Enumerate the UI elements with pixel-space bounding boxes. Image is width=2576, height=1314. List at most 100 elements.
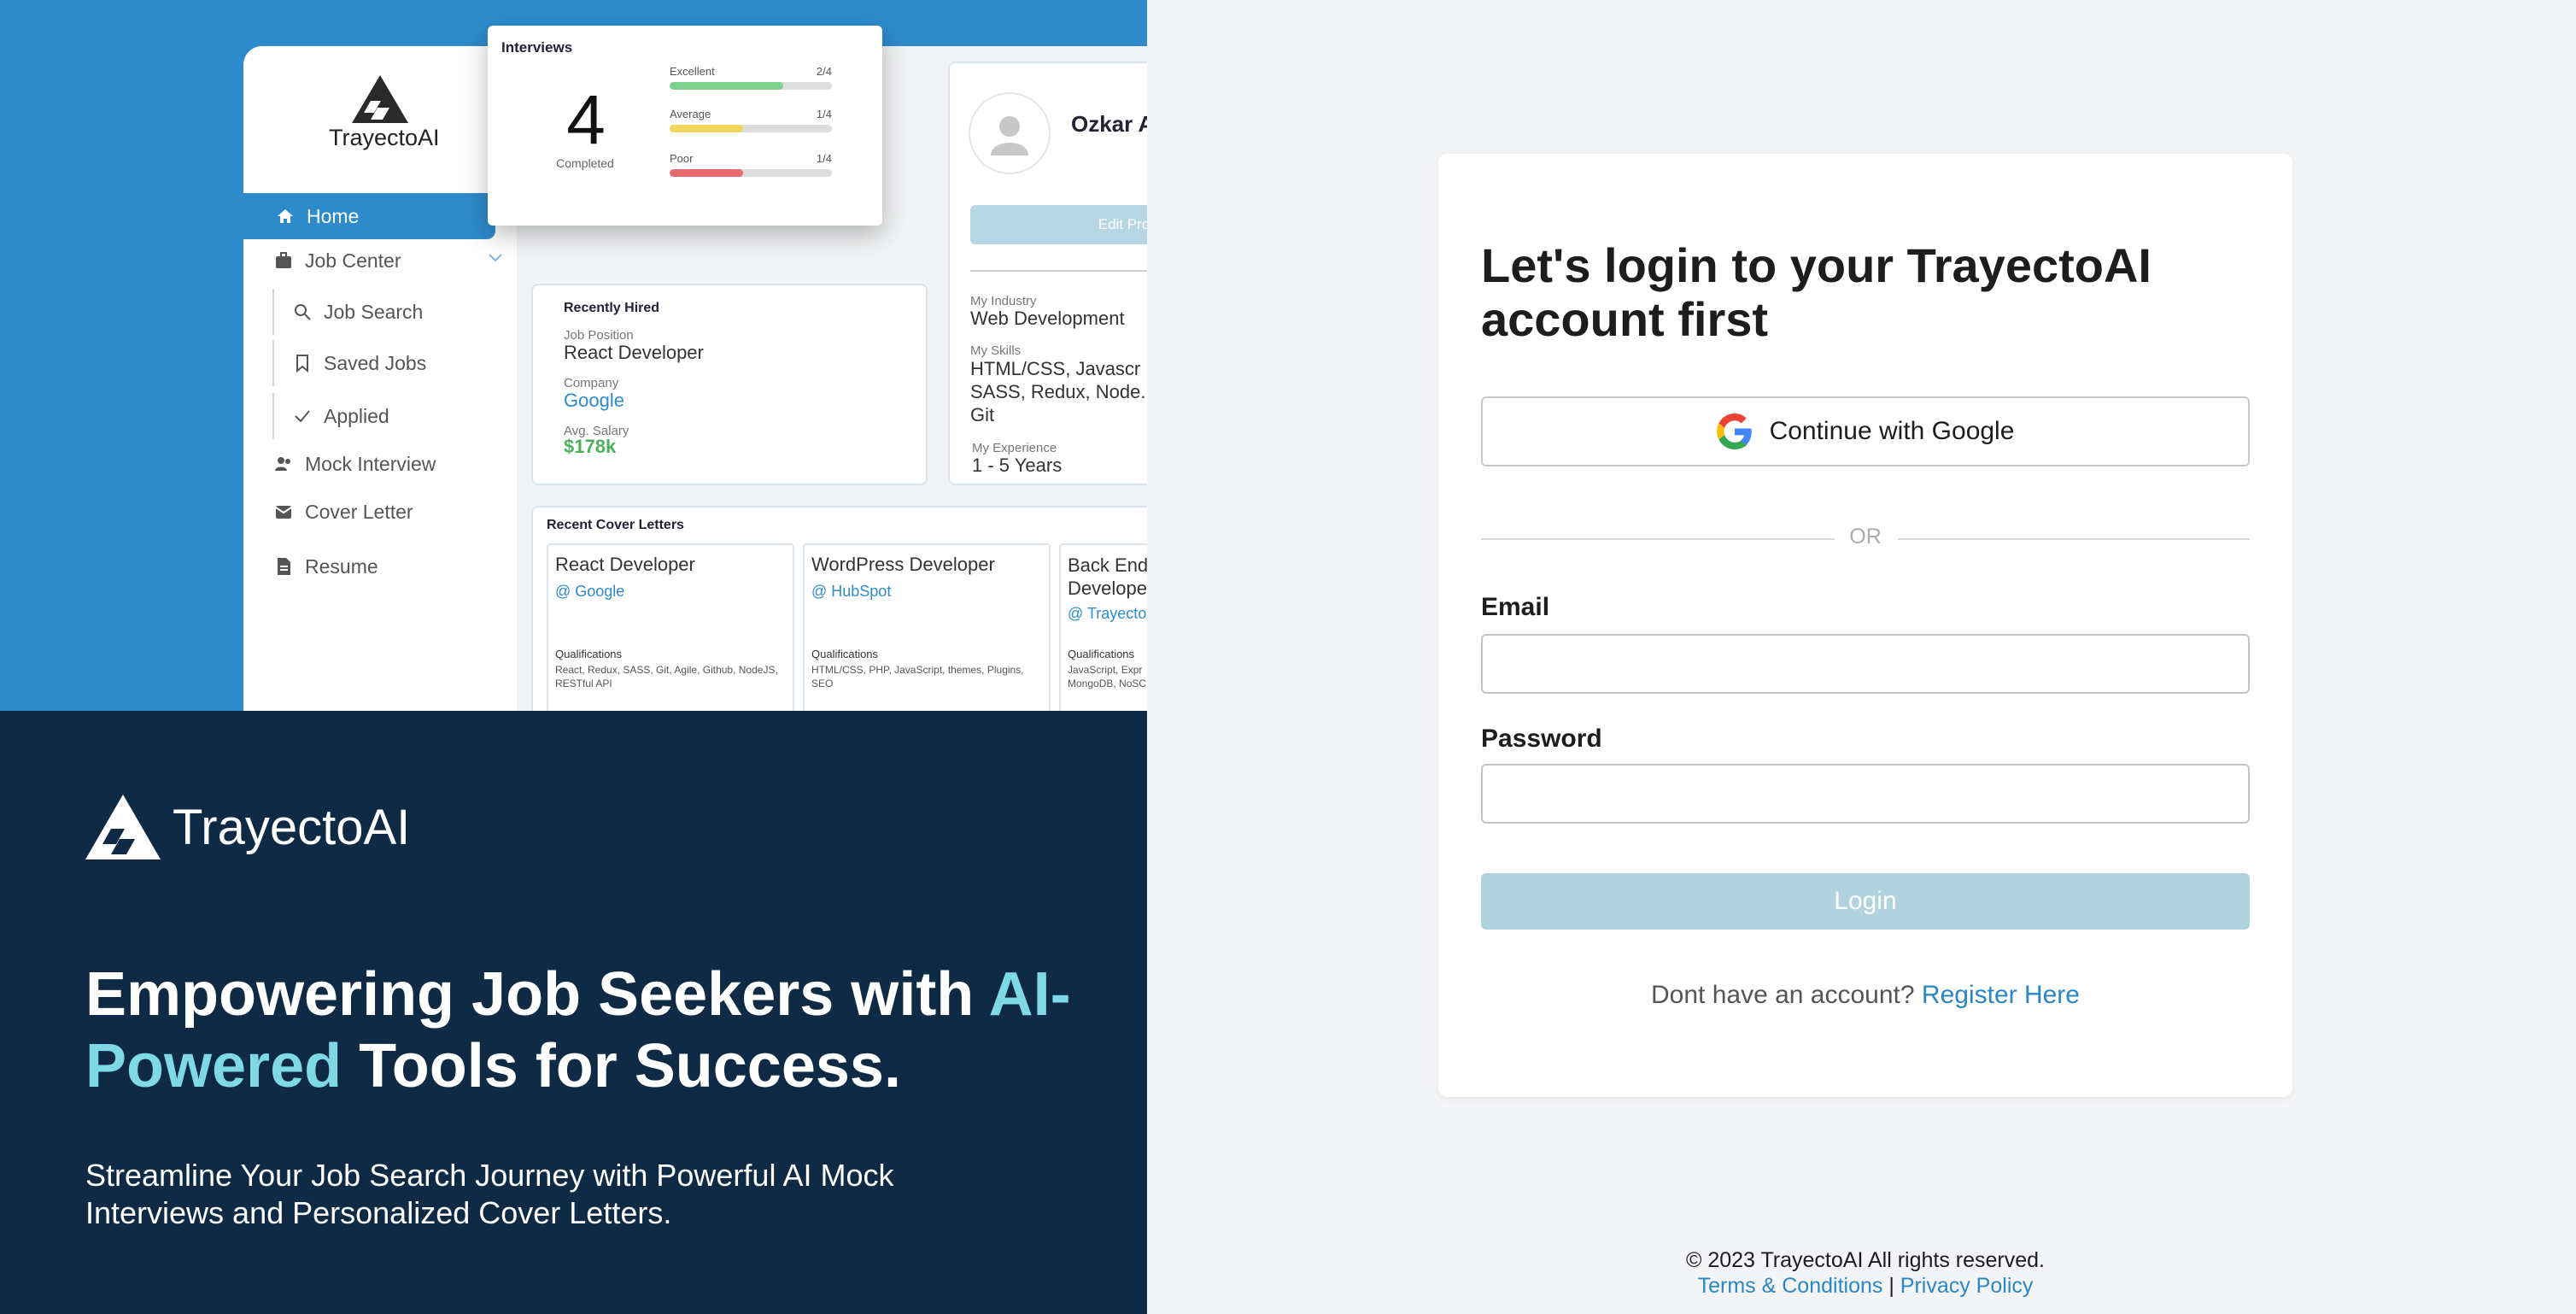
privacy-link[interactable]: Privacy Policy [1900, 1274, 2034, 1298]
cover-letter-company: @ Google [555, 583, 625, 600]
interview-rating-row: Poor 1/4 [670, 152, 832, 177]
google-icon [1716, 414, 1752, 449]
copyright: © 2023 TrayectoAI All rights reserved. [1685, 1248, 2045, 1272]
briefcase-icon [274, 251, 293, 270]
preview-sidebar: TrayectoAI Home Job Center Job Search Sa… [243, 46, 517, 711]
interview-rating-row: Excellent 2/4 [670, 65, 832, 90]
login-button[interactable]: Login [1481, 873, 2250, 930]
preview-nav-job-search-label: Job Search [324, 300, 424, 323]
rating-count: 1/4 [816, 152, 832, 165]
register-prompt: Dont have an account? Register Here [1481, 981, 2250, 1010]
preview-nav-home: Home [243, 193, 495, 239]
rating-count: 1/4 [816, 108, 832, 120]
cover-letter-item: React Developer @ Google Qualifications … [547, 543, 794, 711]
industry-label: My Industry [970, 294, 1037, 308]
skills-label: My Skills [970, 343, 1022, 358]
interviews-title: Interviews [501, 39, 573, 56]
qualifications-label: Qualifications [1068, 648, 1135, 660]
user-icon [991, 116, 1028, 155]
preview-nav-job-search: Job Search [272, 289, 423, 335]
email-field[interactable] [1481, 634, 2250, 694]
experience-label: My Experience [972, 441, 1057, 455]
home-icon [276, 207, 295, 226]
cover-letter-role: WordPress Developer [811, 554, 995, 575]
rating-bar-fill [670, 82, 783, 90]
or-label: OR [1849, 525, 1882, 548]
rating-bar-fill [670, 169, 743, 177]
preview-logo-text: TrayectoAI [329, 125, 440, 150]
qualifications-value: React, Redux, SASS, Git, Agile, Github, … [555, 664, 778, 689]
headline-part1: Empowering Job Seekers with [85, 960, 989, 1029]
preview-nav-job-center-label: Job Center [305, 249, 401, 272]
qualifications-value: JavaScript, Expr MongoDB, NoSC [1068, 664, 1147, 689]
job-position-value: React Developer [564, 342, 704, 363]
app-preview: TrayectoAI Home Job Center Job Search Sa… [0, 0, 1147, 711]
interviews-count: 4 [566, 81, 606, 159]
preview-logo: TrayectoAI [329, 75, 440, 151]
chevron-down-icon [486, 248, 505, 272]
preview-interviews-card: Interviews 4 Completed Excellent 2/4 Ave… [488, 26, 882, 226]
hero-headline: Empowering Job Seekers with AI-Powered T… [85, 959, 1110, 1102]
rating-bar [670, 82, 832, 90]
avg-salary-value: $178k [564, 436, 617, 457]
rating-count: 2/4 [816, 65, 832, 78]
skills-value: HTML/CSS, Javascr SASS, Redux, Node. Git [970, 358, 1146, 425]
footer: © 2023 TrayectoAI All rights reserved. T… [1438, 1247, 2292, 1299]
brand: TrayectoAI [85, 795, 410, 859]
rating-label: Excellent [670, 65, 715, 78]
search-icon [293, 302, 312, 321]
login-button-label: Login [1834, 887, 1897, 915]
interview-rating-row: Average 1/4 [670, 108, 832, 132]
preview-nav-job-center: Job Center [274, 238, 505, 284]
preview-nav-cover-letter: Cover Letter [274, 489, 413, 535]
footer-separator: | [1888, 1274, 1894, 1298]
trayecto-logo-icon [85, 795, 161, 859]
google-login-button[interactable]: Continue with Google [1481, 396, 2250, 466]
cover-letter-company: @ HubSpot [811, 583, 892, 600]
rating-bar [670, 169, 832, 177]
rating-bar-fill [670, 125, 743, 132]
register-link[interactable]: Register Here [1922, 981, 2080, 1009]
qualifications-label: Qualifications [811, 648, 879, 660]
envelope-icon [274, 502, 293, 521]
company-value: Google [564, 390, 624, 411]
cover-letter-item: WordPress Developer @ HubSpot Qualificat… [803, 543, 1051, 711]
preview-nav-cover-letter-label: Cover Letter [305, 500, 413, 523]
interviews-count-label: Completed [556, 156, 614, 170]
preview-nav-applied-label: Applied [324, 404, 389, 427]
password-field[interactable] [1481, 764, 2250, 824]
preview-nav-saved-jobs-label: Saved Jobs [324, 351, 427, 374]
rating-label: Average [670, 108, 711, 120]
users-icon [274, 455, 293, 473]
rating-label: Poor [670, 152, 694, 165]
divider-line [1898, 538, 2250, 540]
email-label: Email [1481, 593, 1550, 621]
recently-hired-title: Recently Hired [564, 301, 660, 315]
experience-value: 1 - 5 Years [972, 455, 1063, 476]
profile-name: Ozkar A [1071, 111, 1147, 137]
login-title: Let's login to your TrayectoAI account f… [1481, 238, 2152, 346]
preview-nav-mock-interview-label: Mock Interview [305, 452, 436, 475]
job-position-label: Job Position [564, 328, 634, 343]
cover-letter-company: @ Trayecto [1068, 605, 1147, 622]
register-prompt-text: Dont have an account? [1651, 981, 1915, 1009]
preview-nav-resume: Resume [274, 543, 378, 590]
password-label: Password [1481, 724, 1602, 753]
bookmark-icon [293, 354, 312, 373]
login-card: Let's login to your TrayectoAI account f… [1438, 154, 2292, 1097]
company-label: Company [564, 376, 619, 390]
rating-bar [670, 125, 832, 132]
preview-nav-mock-interview: Mock Interview [274, 441, 436, 487]
edit-profile-button: Edit Pro [970, 205, 1147, 244]
preview-recently-hired-card: Recently Hired Job Position React Develo… [531, 284, 928, 485]
avatar [969, 92, 1051, 174]
document-icon [274, 557, 293, 576]
hero-subtitle: Streamline Your Job Search Journey with … [85, 1158, 894, 1230]
terms-link[interactable]: Terms & Conditions [1698, 1274, 1883, 1298]
edit-profile-label: Edit Pro [1098, 216, 1147, 232]
preview-nav-saved-jobs: Saved Jobs [272, 340, 426, 386]
hero-panel: TrayectoAI Home Job Center Job Search Sa… [0, 0, 1147, 1314]
cover-letter-role: React Developer [555, 554, 695, 575]
preview-nav-home-label: Home [307, 204, 360, 227]
qualifications-label: Qualifications [555, 648, 623, 660]
